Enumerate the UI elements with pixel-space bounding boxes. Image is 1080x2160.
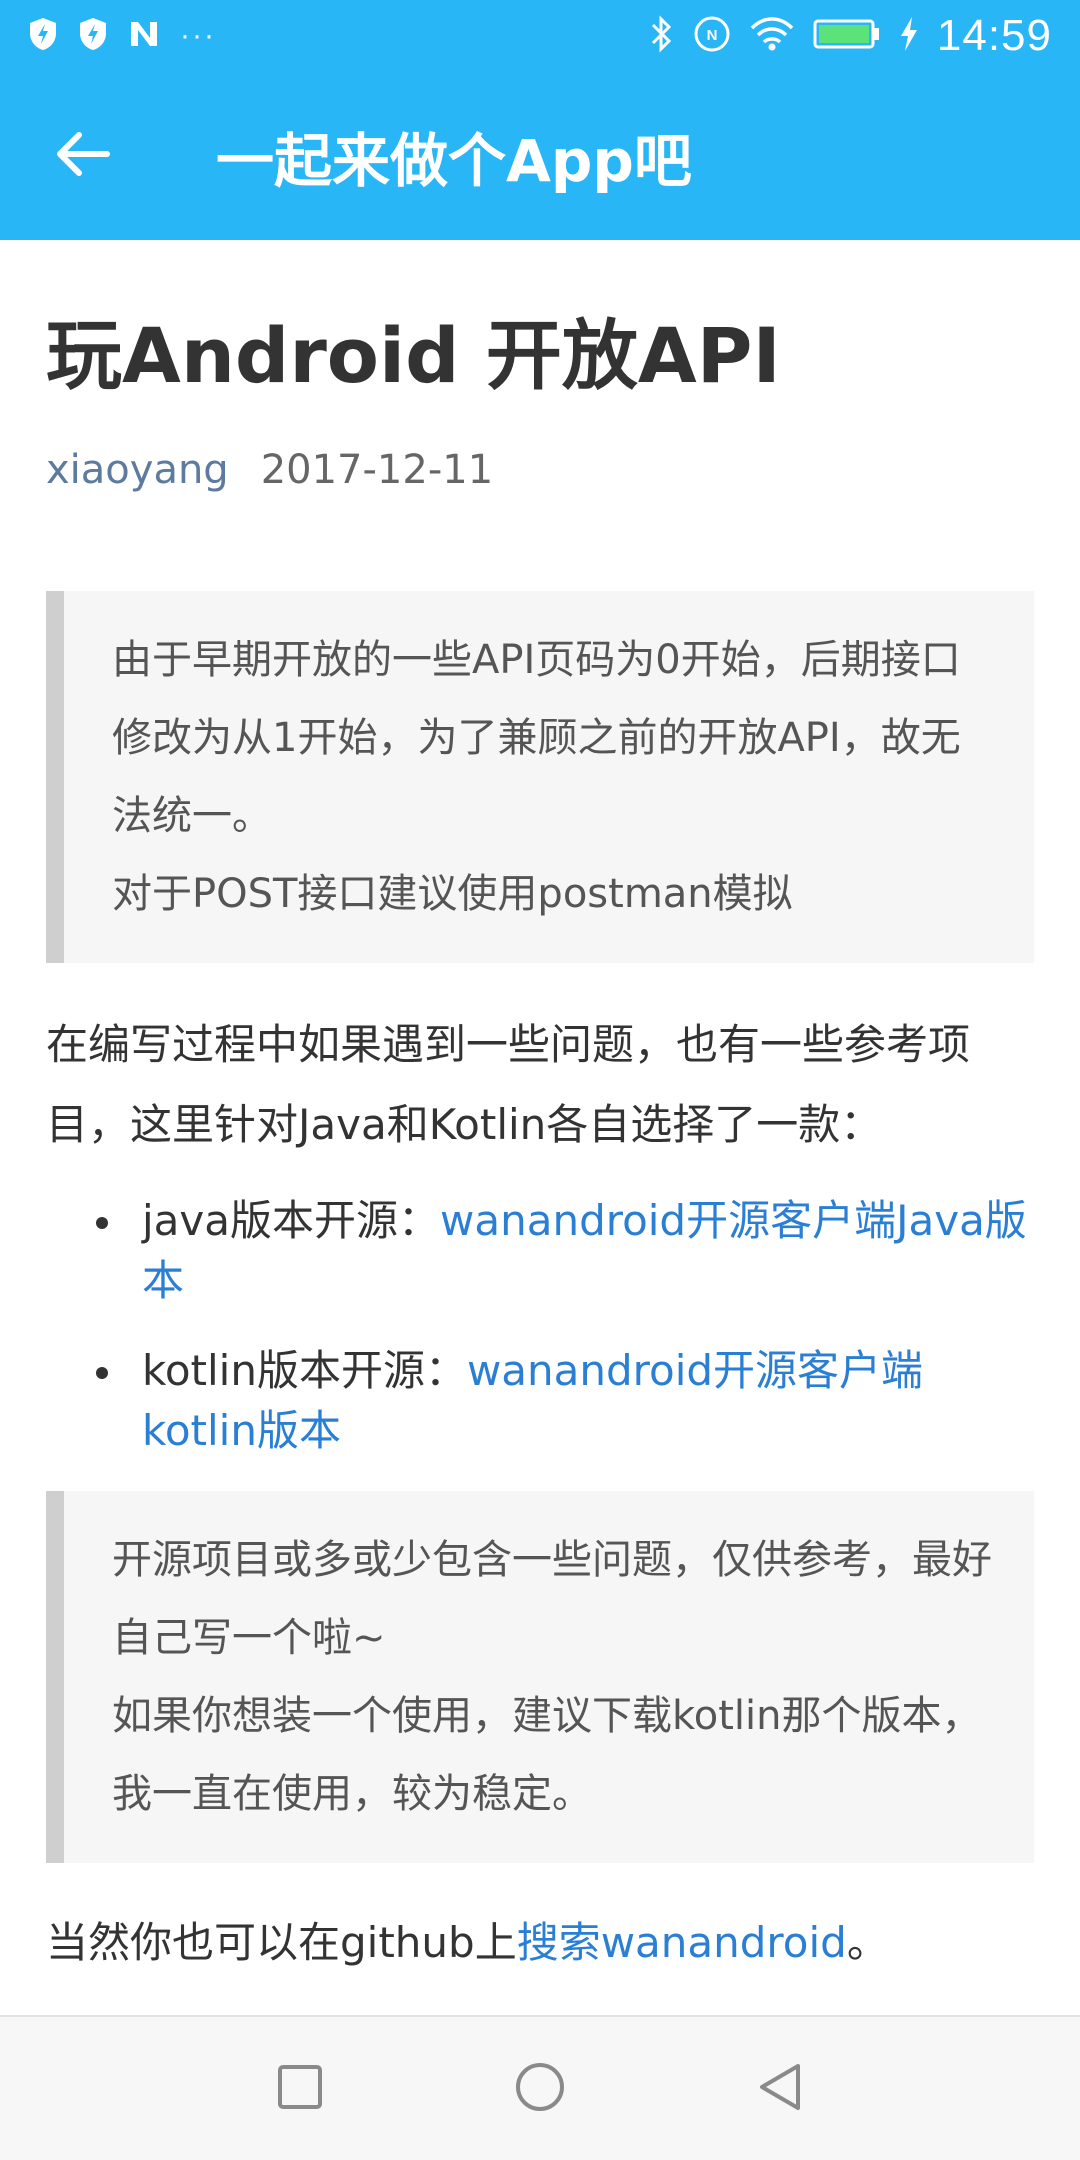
- app-title: 一起来做个App吧: [216, 127, 692, 195]
- intro-paragraph: 在编写过程中如果遇到一些问题，也有一些参考项目，这里针对Java和Kotlin各…: [46, 1020, 971, 1150]
- outro-text: 当然你也可以在github上: [46, 1918, 517, 1968]
- outro-suffix: 。: [846, 1918, 889, 1968]
- list-item-label: kotlin版本开源：: [142, 1346, 467, 1396]
- screen: ··· N 14:59 一起来做个App吧 玩Android 开放API xia…: [0, 0, 1080, 2160]
- home-circle-icon: [514, 2061, 566, 2117]
- status-left: ···: [28, 17, 236, 55]
- list-item: kotlin版本开源：wanandroid开源客户端kotlin版本: [46, 1341, 1034, 1461]
- search-wanandroid-link[interactable]: 搜索wanandroid: [517, 1918, 847, 1967]
- recents-button[interactable]: [245, 2034, 355, 2144]
- bluetooth-icon: [649, 15, 675, 57]
- arrow-back-icon: [55, 130, 111, 182]
- bullet-dot: [96, 1367, 108, 1380]
- quote-text: 对于POST接口建议使用postman模拟: [112, 871, 793, 918]
- charging-icon: [899, 16, 919, 56]
- quote-text: 如果你想装一个使用，建议下载kotlin那个版本，我一直在使用，较为稳定。: [112, 1693, 982, 1818]
- more-notifications-indicator: ···: [180, 19, 216, 52]
- back-triangle-icon: [756, 2061, 804, 2117]
- recents-square-icon: [276, 2063, 324, 2115]
- bullet-dot: [96, 1217, 108, 1230]
- article-meta: xiaoyang 2017-12-11: [46, 447, 1034, 493]
- battery-icon: [813, 19, 881, 53]
- shield-bolt-icon: [78, 17, 108, 55]
- app-bar: 一起来做个App吧: [0, 72, 1080, 240]
- blockquote-tip: 开源项目或多或少包含一些问题，仅供参考，最好自己写一个啦~ 如果你想装一个使用，…: [46, 1491, 1034, 1864]
- quote-text: 开源项目或多或少包含一些问题，仅供参考，最好自己写一个啦~: [112, 1537, 992, 1662]
- system-nav-bar: [0, 2015, 1080, 2160]
- nfc-icon: N: [693, 15, 731, 57]
- outro-paragraph: 当然你也可以在github上搜索wanandroid。: [46, 1903, 1034, 1983]
- article-content[interactable]: 玩Android 开放API xiaoyang 2017-12-11 由于早期开…: [0, 240, 1080, 2015]
- list-item-label: java版本开源：: [142, 1196, 440, 1246]
- quote-text: 由于早期开放的一些API页码为0开始，后期接口修改为从1开始，为了兼顾之前的开放…: [112, 637, 961, 840]
- n-icon: [128, 19, 160, 53]
- blockquote-note: 由于早期开放的一些API页码为0开始，后期接口修改为从1开始，为了兼顾之前的开放…: [46, 591, 1034, 964]
- home-button[interactable]: [485, 2034, 595, 2144]
- author-link[interactable]: xiaoyang: [46, 447, 229, 493]
- reference-list: java版本开源：wanandroid开源客户端Java版本 kotlin版本开…: [46, 1191, 1034, 1461]
- list-item: java版本开源：wanandroid开源客户端Java版本: [46, 1191, 1034, 1311]
- svg-text:N: N: [706, 27, 717, 44]
- shield-bolt-icon: [28, 17, 58, 55]
- nav-back-button[interactable]: [725, 2034, 835, 2144]
- status-right: N 14:59: [631, 11, 1052, 61]
- publish-date: 2017-12-11: [260, 447, 494, 494]
- back-button[interactable]: [28, 101, 138, 211]
- article-title: 玩Android 开放API: [46, 311, 781, 400]
- wifi-icon: [749, 16, 795, 56]
- status-time: 14:59: [936, 11, 1052, 60]
- status-bar: ··· N 14:59: [0, 0, 1080, 72]
